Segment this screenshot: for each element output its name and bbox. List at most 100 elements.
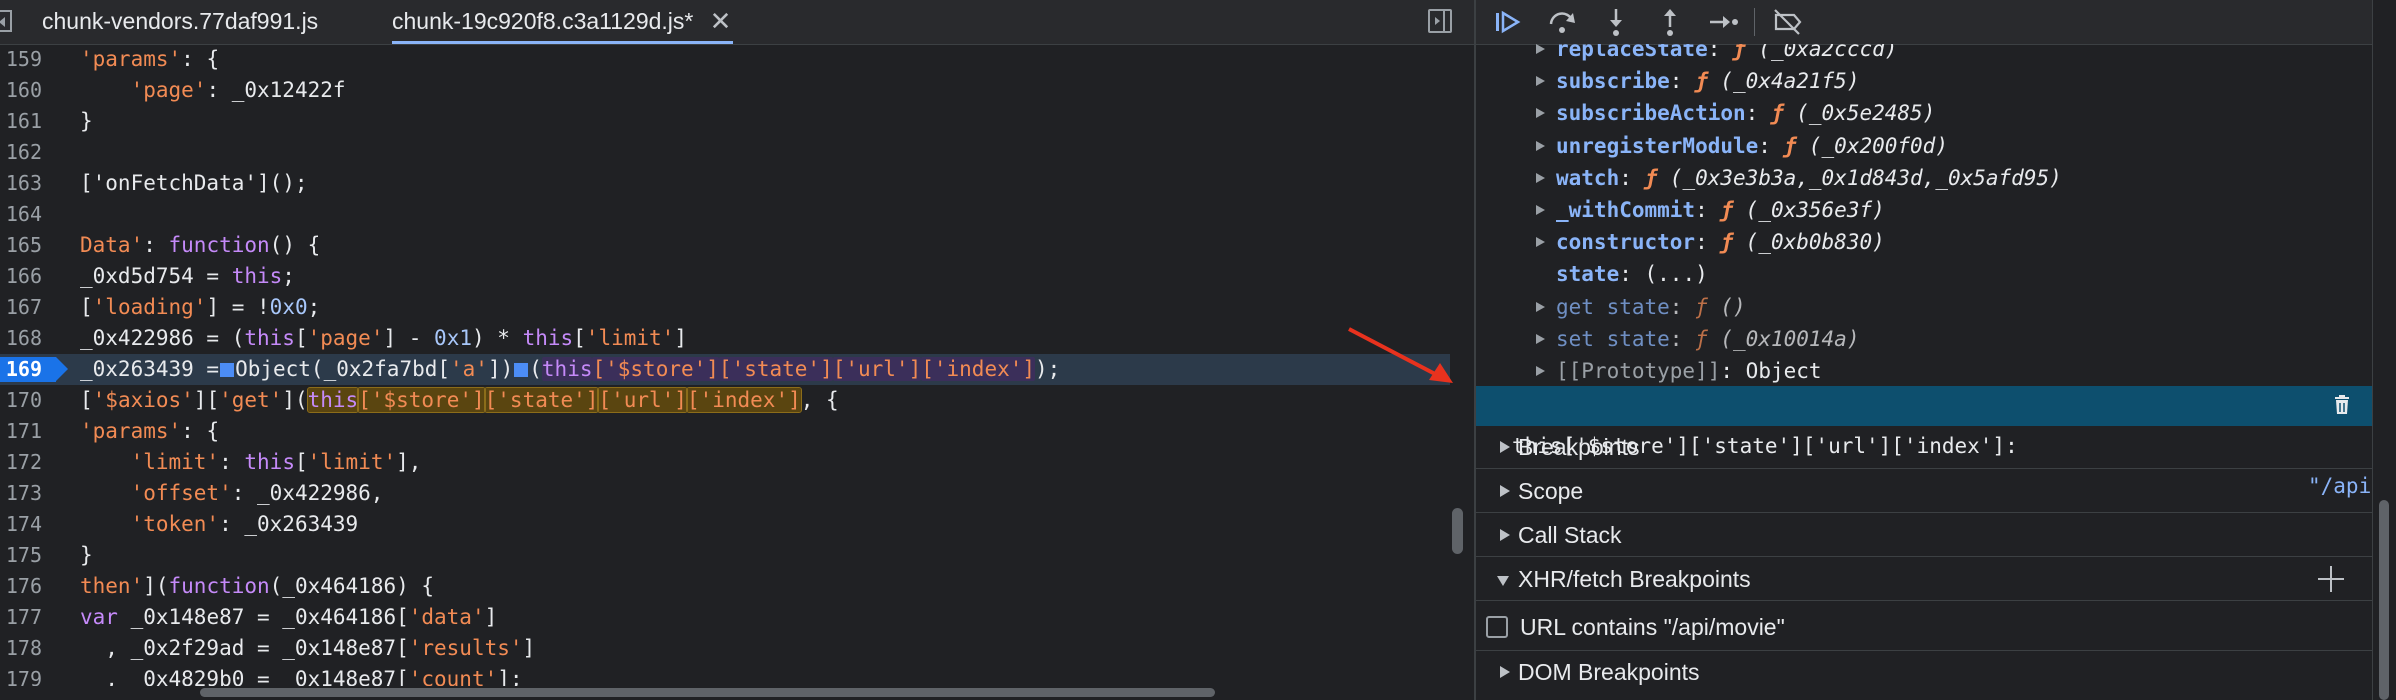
line-number[interactable]: 177	[0, 602, 42, 633]
line-number[interactable]: 162	[0, 137, 42, 168]
inline-breakpoint-icon[interactable]	[220, 363, 235, 377]
add-icon[interactable]	[2318, 566, 2344, 592]
code-editor[interactable]: 159'params': {160 'page': _0x12422f 161} 1…	[0, 44, 1474, 686]
line-number[interactable]: 176	[0, 571, 42, 602]
line-number[interactable]: 160	[0, 75, 42, 106]
code-line[interactable]: 165 Data': function() {	[0, 230, 1450, 261]
expand-arrow-icon[interactable]	[1536, 301, 1545, 312]
section-breakpoints[interactable]: Breakpoints	[1476, 426, 2372, 469]
line-number[interactable]: 173	[0, 478, 42, 509]
property-row[interactable]: _withCommit: ƒ (_0x356e3f)	[1476, 194, 2376, 226]
breakpoint-marker[interactable]: 169	[0, 354, 68, 385]
sidebar-scrollbar[interactable]	[2372, 0, 2396, 700]
show-navigator-icon[interactable]	[0, 10, 12, 32]
expand-arrow-icon[interactable]	[1536, 76, 1545, 87]
scrollbar-thumb[interactable]	[2379, 500, 2389, 700]
expand-arrow-icon[interactable]	[1536, 44, 1545, 54]
code-line[interactable]: 170 ['$axios']['get'](this['$store']['sta…	[0, 385, 1450, 416]
property-value: ()	[1707, 294, 1746, 319]
line-number[interactable]: 165	[0, 230, 42, 261]
xhr-breakpoint-checkbox[interactable]	[1486, 616, 1508, 638]
line-number[interactable]: 170	[0, 385, 42, 416]
property-value: (_0x4a21f5)	[1707, 69, 1860, 94]
line-number[interactable]: 161	[0, 106, 42, 137]
expand-arrow-icon[interactable]	[1536, 366, 1545, 376]
step-into-icon[interactable]	[1600, 6, 1632, 38]
property-row[interactable]: get state: ƒ ()	[1476, 291, 2376, 323]
code-line[interactable]: 161}	[0, 106, 1450, 137]
inline-breakpoint-icon[interactable]	[514, 363, 529, 377]
property-row[interactable]: unregisterModule: ƒ (_0x200f0d)	[1476, 130, 2376, 162]
step-icon[interactable]	[1708, 6, 1740, 38]
step-over-icon[interactable]	[1546, 6, 1578, 38]
property-value: (...)	[1644, 262, 1708, 287]
code-line[interactable]: 176 then'](function(_0x464186) {	[0, 571, 1450, 602]
expand-arrow-icon[interactable]	[1536, 237, 1545, 248]
property-row[interactable]: [[Prototype]]: Object	[1476, 355, 2376, 386]
code-line[interactable]: 172 'limit': this['limit'],	[0, 447, 1450, 478]
code-line[interactable]: 168 _0x422986 = (this['page'] - 0x1) * th…	[0, 323, 1450, 354]
step-out-icon[interactable]	[1654, 6, 1686, 38]
property-key: unregisterModule: ƒ (_0x200f0d)	[1556, 130, 1948, 162]
code-line[interactable]: 179 , _0x4829b0 = _0x148e87['count'];	[0, 664, 1450, 686]
code-line[interactable]: 166 _0xd5d754 = this;	[0, 261, 1450, 292]
code-line[interactable]: 164	[0, 199, 1450, 230]
line-number[interactable]: 178	[0, 633, 42, 664]
tab-chunk-vendors[interactable]: chunk-vendors.77daf991.js	[42, 0, 318, 44]
resume-icon[interactable]	[1492, 6, 1524, 38]
code-token: ['state']	[483, 387, 600, 413]
code-line[interactable]: 175}	[0, 540, 1450, 571]
line-number[interactable]: 172	[0, 447, 42, 478]
property-row[interactable]: replaceState: ƒ (_0xa2cccd)	[1476, 44, 2376, 65]
code-line[interactable]: 167 ['loading'] = !0x0;	[0, 292, 1450, 323]
horizontal-scrollbar[interactable]	[200, 688, 1215, 697]
code-line[interactable]: 173 'offset': _0x422986,	[0, 478, 1450, 509]
code-line[interactable]: 159 'params': {	[0, 44, 1450, 75]
toggle-debugger-sidebar-icon[interactable]	[1428, 9, 1452, 33]
line-number[interactable]: 167	[0, 292, 42, 323]
section-call-stack[interactable]: Call Stack	[1476, 514, 2372, 557]
deactivate-breakpoints-icon[interactable]	[1772, 6, 1804, 38]
line-number[interactable]: 169	[0, 354, 42, 385]
close-icon[interactable]: ✕	[710, 0, 732, 42]
property-row[interactable]: state: (...)	[1476, 258, 2376, 290]
line-number[interactable]: 174	[0, 509, 42, 540]
line-number[interactable]: 175	[0, 540, 42, 571]
trash-icon[interactable]	[2334, 395, 2350, 415]
property-row[interactable]: watch: ƒ (_0x3e3b3a,_0x1d843d,_0x5afd95)	[1476, 162, 2376, 194]
expand-arrow-icon[interactable]	[1536, 172, 1545, 183]
code-line[interactable]: 171 'params': {	[0, 416, 1450, 447]
line-number[interactable]: 179	[0, 664, 42, 686]
property-row[interactable]: set state: ƒ (_0x10014a)	[1476, 323, 2376, 355]
property-row[interactable]: constructor: ƒ (_0xb0b830)	[1476, 226, 2376, 258]
watch-expression-row[interactable]: this['$store']['state']['url']['index']:…	[1476, 386, 2396, 498]
code-line[interactable]: 162	[0, 137, 1450, 168]
code-line[interactable]: 163 ['onFetchData']();	[0, 168, 1450, 199]
line-number[interactable]: 164	[0, 199, 42, 230]
section-dom-breakpoints[interactable]: DOM Breakpoints	[1476, 651, 2372, 693]
tab-label: chunk-vendors.77daf991.js	[42, 8, 319, 34]
vertical-scrollbar[interactable]	[1452, 508, 1463, 554]
line-number[interactable]: 171	[0, 416, 42, 447]
expand-arrow-icon[interactable]	[1536, 108, 1545, 119]
line-number[interactable]: 166	[0, 261, 42, 292]
property-row[interactable]: subscribeAction: ƒ (_0x5e2485)	[1476, 97, 2376, 129]
code-line[interactable]: 178 , _0x2f29ad = _0x148e87['results']	[0, 633, 1450, 664]
line-number[interactable]: 159	[0, 44, 42, 75]
tab-chunk-19c920f8[interactable]: chunk-19c920f8.c3a1129d.js* ✕	[392, 0, 734, 44]
code-token: ['url']	[597, 387, 688, 413]
line-number[interactable]: 163	[0, 168, 42, 199]
code-line[interactable]: 177 var _0x148e87 = _0x464186['data']	[0, 602, 1450, 633]
section-scope[interactable]: Scope	[1476, 470, 2372, 513]
xhr-breakpoint-label: URL contains "/api/movie"	[1520, 614, 1785, 640]
line-number[interactable]: 168	[0, 323, 42, 354]
code-line[interactable]: 160 'page': _0x12422f	[0, 75, 1450, 106]
property-row[interactable]: subscribe: ƒ (_0x4a21f5)	[1476, 65, 2376, 97]
expand-arrow-icon[interactable]	[1536, 205, 1545, 215]
code-line-paused[interactable]: 169 _0x263439 = Object(_0x2fa7bd['a']) (thi…	[0, 354, 1450, 385]
code-line[interactable]: 174 'token': _0x263439	[0, 509, 1450, 540]
section-xhr-breakpoints[interactable]: XHR/fetch Breakpoints	[1476, 558, 2372, 601]
expand-arrow-icon[interactable]	[1536, 140, 1545, 151]
expand-arrow-icon[interactable]	[1536, 333, 1545, 344]
